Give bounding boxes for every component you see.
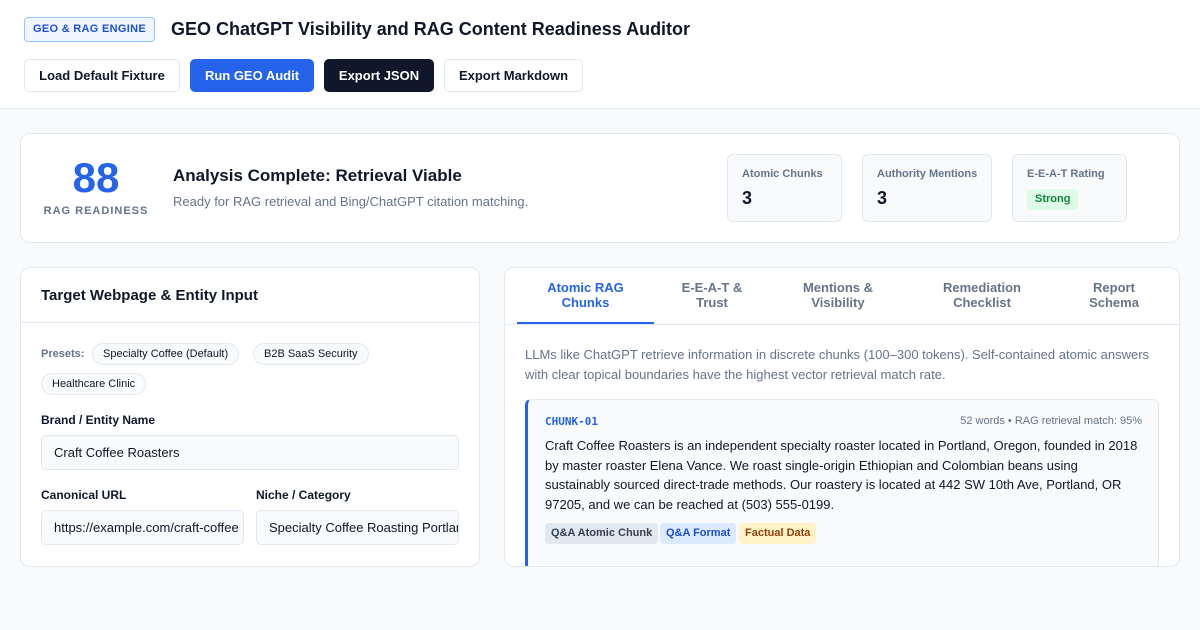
metric-value: 3 xyxy=(877,188,888,208)
niche-category-label: Niche / Category xyxy=(256,488,351,502)
export-json-button[interactable]: Export JSON xyxy=(324,59,434,92)
tab-label-line: Mentions & xyxy=(802,280,874,295)
metric-authority-mentions: Authority Mentions 3 xyxy=(862,154,992,222)
preset-b2b-saas-security[interactable]: B2B SaaS Security xyxy=(253,343,369,365)
tab-label-line: Remediation xyxy=(942,280,1021,295)
page-title: GEO ChatGPT Visibility and RAG Content R… xyxy=(171,19,691,39)
tab-label-line: Chunks xyxy=(561,295,610,310)
rag-readiness-score: 88 xyxy=(72,154,120,201)
tab-label-line: Report xyxy=(1093,280,1135,295)
tab-label-line: Schema xyxy=(1089,295,1139,310)
tab-label-line: Trust xyxy=(696,295,728,310)
chunk-tag-qa-atomic: Q&A Atomic Chunk xyxy=(545,523,659,544)
tab-atomic-rag-chunks[interactable]: Atomic RAG Chunks xyxy=(517,280,654,310)
panel-header: Target Webpage & Entity Input xyxy=(21,268,479,323)
chunk-tag-qa-format: Q&A Format xyxy=(660,523,737,544)
analysis-status-description: Ready for RAG retrieval and Bing/ChatGPT… xyxy=(173,194,529,209)
tab-label-line: E-E-A-T & xyxy=(681,280,743,295)
presets-label: Presets: xyxy=(41,348,85,360)
load-default-fixture-button[interactable]: Load Default Fixture xyxy=(24,59,180,92)
tab-label-line: Atomic RAG xyxy=(547,280,624,295)
metric-eeat-rating: E-E-A-T Rating Strong xyxy=(1012,154,1127,222)
export-markdown-button[interactable]: Export Markdown xyxy=(444,59,583,92)
tab-report-schema[interactable]: Report Schema xyxy=(1065,280,1163,310)
rag-chunk-card: CHUNK-01 52 words • RAG retrieval match:… xyxy=(525,399,1159,566)
engine-badge: GEO & RAG ENGINE xyxy=(24,17,155,42)
chunks-intro-text: LLMs like ChatGPT retrieve information i… xyxy=(525,347,1150,382)
chunk-text: Craft Coffee Roasters is an independent … xyxy=(545,438,1138,512)
metric-value: 3 xyxy=(742,188,753,208)
tab-remediation-checklist[interactable]: Remediation Checklist xyxy=(917,280,1047,310)
metric-label: Authority Mentions xyxy=(877,168,978,180)
tab-label-line: Visibility xyxy=(811,295,865,310)
results-tabs: Atomic RAG Chunks E-E-A-T & Trust Mentio… xyxy=(505,268,1179,325)
canonical-url-label: Canonical URL xyxy=(41,488,127,502)
canonical-url-input[interactable]: https://example.com/craft-coffee xyxy=(41,510,244,545)
metric-label: E-E-A-T Rating xyxy=(1027,168,1105,180)
chunk-id: CHUNK-01 xyxy=(545,415,598,428)
niche-category-input[interactable]: Specialty Coffee Roasting Portland xyxy=(256,510,459,545)
run-geo-audit-button[interactable]: Run GEO Audit xyxy=(190,59,314,92)
entity-input-panel: Target Webpage & Entity Input Presets: S… xyxy=(20,267,480,567)
metric-label: Atomic Chunks xyxy=(742,168,823,180)
chunk-meta: 52 words • RAG retrieval match: 95% xyxy=(960,415,1142,427)
brand-name-input[interactable]: Craft Coffee Roasters xyxy=(41,435,459,470)
preset-specialty-coffee[interactable]: Specialty Coffee (Default) xyxy=(92,343,240,365)
app-header: GEO & RAG ENGINE GEO ChatGPT Visibility … xyxy=(0,0,1200,109)
chunk-tag-factual-data: Factual Data xyxy=(739,523,817,544)
score-summary-card: 88 RAG READINESS Analysis Complete: Retr… xyxy=(20,133,1180,243)
active-tab-indicator xyxy=(517,322,654,324)
metric-atomic-chunks: Atomic Chunks 3 xyxy=(727,154,842,222)
panel-title: Target Webpage & Entity Input xyxy=(41,287,258,304)
tab-mentions-visibility[interactable]: Mentions & Visibility xyxy=(775,280,901,310)
preset-healthcare-clinic[interactable]: Healthcare Clinic xyxy=(41,373,147,395)
brand-name-label: Brand / Entity Name xyxy=(41,413,156,427)
tab-eeat-trust[interactable]: E-E-A-T & Trust xyxy=(665,280,759,310)
eeat-rating-badge: Strong xyxy=(1027,189,1079,210)
tab-label-line: Checklist xyxy=(953,295,1011,310)
analysis-status-title: Analysis Complete: Retrieval Viable xyxy=(173,166,462,185)
results-panel: Atomic RAG Chunks E-E-A-T & Trust Mentio… xyxy=(504,267,1180,567)
rag-readiness-label: RAG READINESS xyxy=(43,205,149,217)
